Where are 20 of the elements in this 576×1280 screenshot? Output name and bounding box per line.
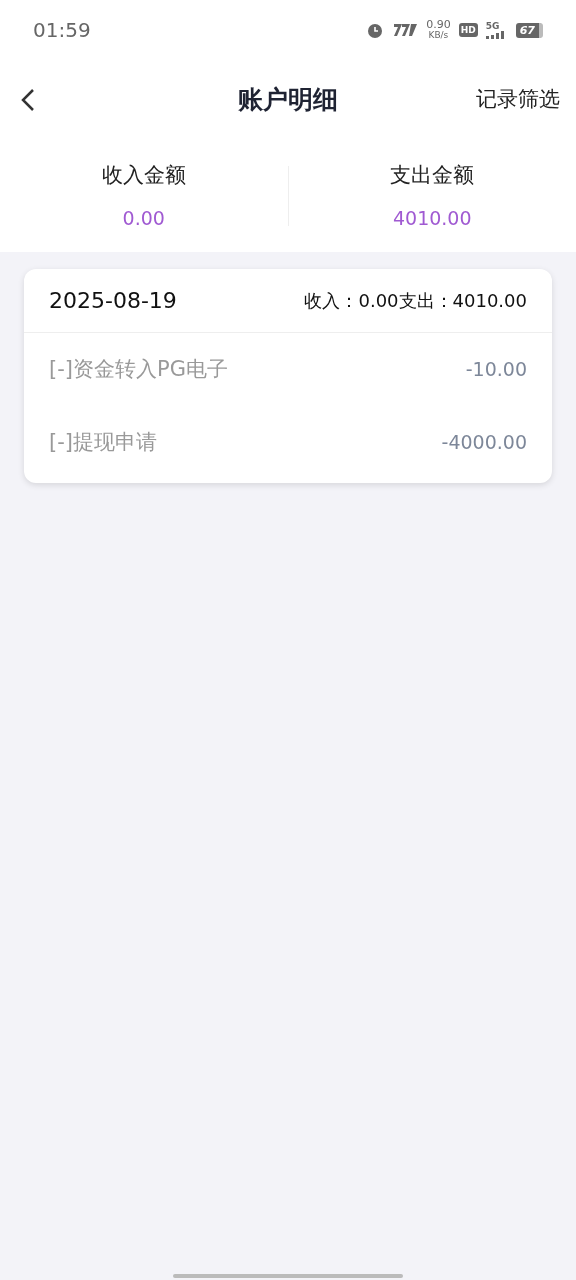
network-type: 5G [485,21,501,31]
summary-label: 收入金额 [101,162,186,189]
summary-amount: 0.00 [122,205,165,231]
entry-amount: -4000.00 [441,430,527,456]
alarm-clock-icon [366,21,385,39]
entry-description: [-]资金转入PG电子 [49,355,228,383]
day-date: 2025-08-19 [49,287,177,315]
filter-records-button[interactable]: 记录筛选 [476,84,560,116]
speed-unit: KB/s [428,30,449,40]
status-time: 01:59 [33,17,91,44]
entry-amount: -10.00 [465,357,527,383]
battery-indicator: 67 [515,22,543,38]
day-totals: 收入：0.00支出：4010.00 [304,289,527,313]
summary-label: 支出金额 [390,162,475,189]
summary-amount: 4010.00 [392,205,472,231]
hd-badge: HD [458,23,478,37]
page-title: 账户明细 [238,84,338,117]
back-chevron-icon [21,88,35,112]
network-speed: 0.90 [426,20,451,30]
entry-description: [-]提现申请 [49,428,157,456]
